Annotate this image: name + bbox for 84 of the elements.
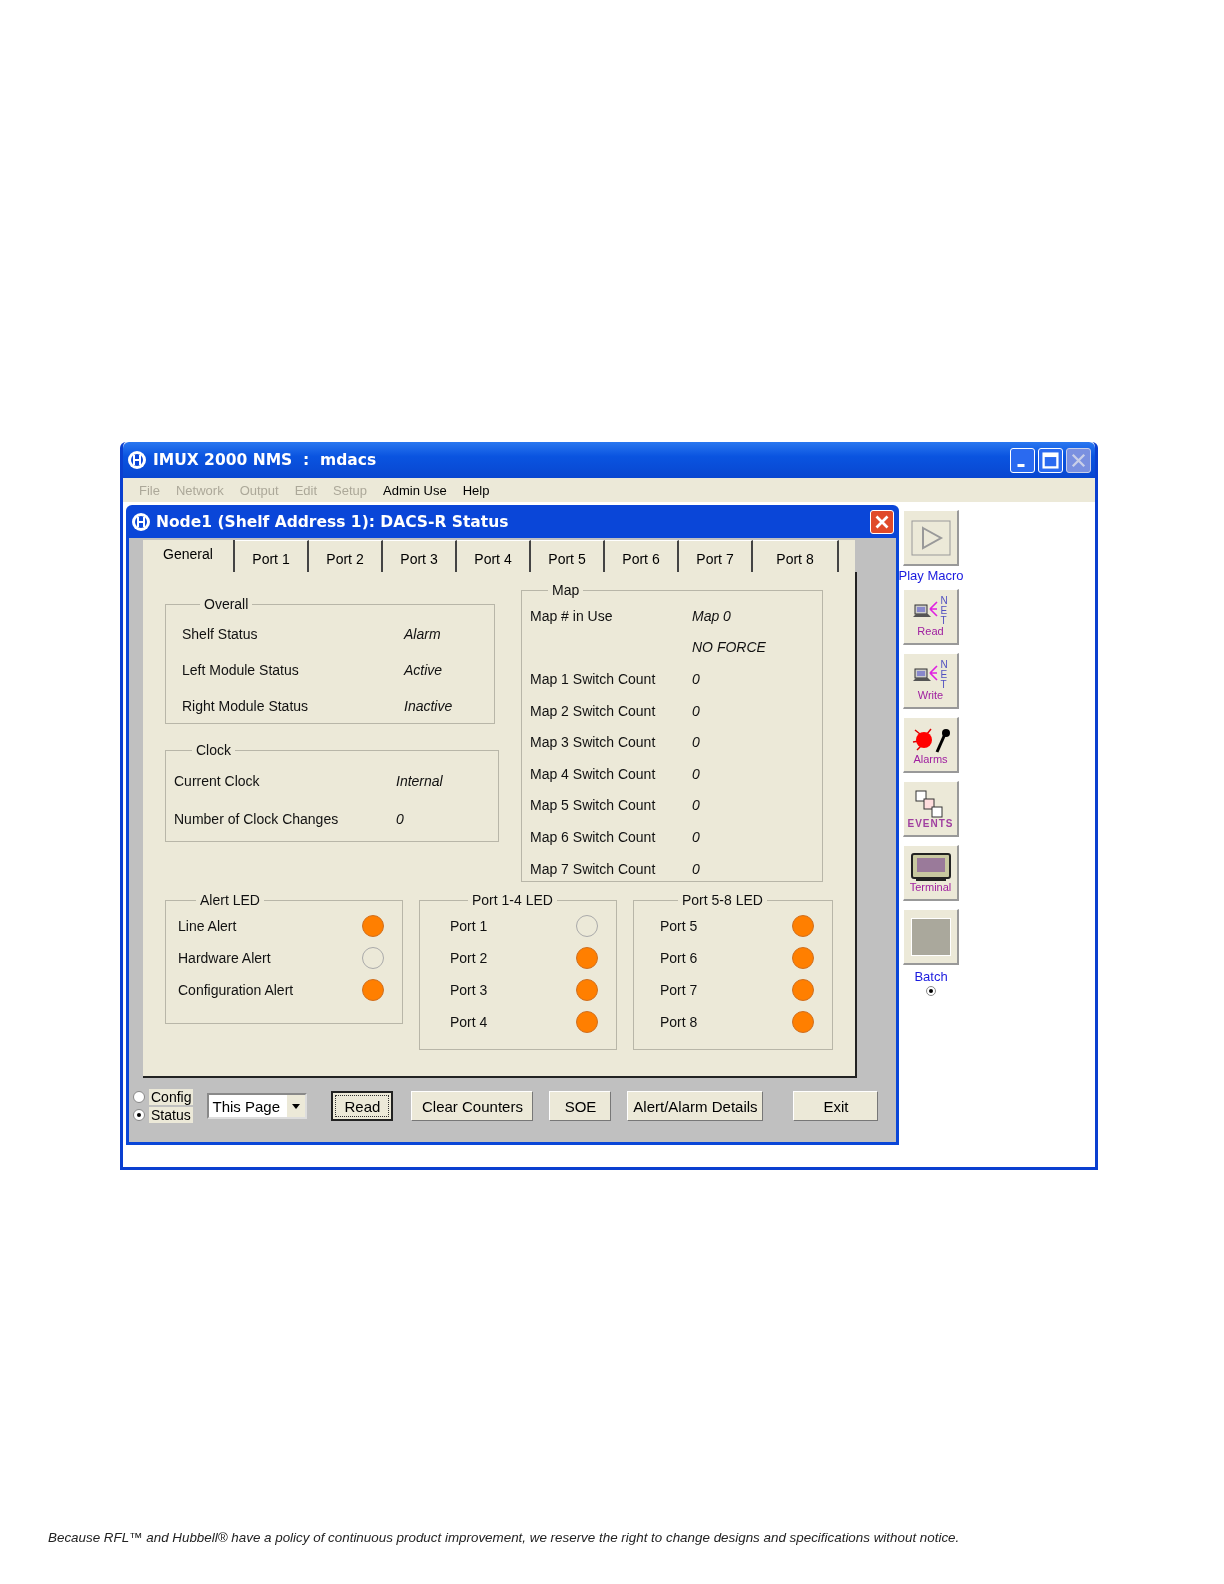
footer-note: Because RFL™ and Hubbell® have a policy of continuous product improvement, we reserve the right to change designs and specifications without notice. xyxy=(48,1530,960,1545)
tool-label: Read xyxy=(917,626,944,637)
field-label: Map 4 Switch Count xyxy=(530,765,656,782)
field-label: Map # in Use xyxy=(530,607,613,624)
field-value: Alarm xyxy=(404,626,441,642)
led-label: Port 2 xyxy=(450,950,488,966)
logo-icon xyxy=(127,450,147,470)
field-value: 0 xyxy=(396,811,404,827)
field-value: Active xyxy=(404,662,443,678)
dialog-button[interactable]: SOE xyxy=(549,1091,612,1121)
led-label: Port 4 xyxy=(450,1014,488,1030)
led-label: Port 6 xyxy=(660,950,698,966)
led-label: Port 5 xyxy=(660,918,698,934)
field-value: 0 xyxy=(692,828,700,845)
group-title: Overall xyxy=(203,596,250,612)
play-macro-button[interactable] xyxy=(903,510,959,566)
field-value: Map 0 xyxy=(692,607,731,624)
batch-button[interactable] xyxy=(903,909,959,965)
terminal-icon xyxy=(909,852,952,882)
group-title: Alert LED xyxy=(199,892,261,908)
led-label: Port 8 xyxy=(660,1014,698,1030)
group-title: Clock xyxy=(195,742,232,758)
dialog-title: Node1 (Shelf Address 1): DACS-R Status xyxy=(156,512,509,531)
radio-button[interactable] xyxy=(133,1109,145,1121)
led-label: Hardware Alert xyxy=(178,950,271,966)
tool-label: Batch xyxy=(914,969,948,984)
field-label: Right Module Status xyxy=(182,698,310,714)
tool-label: EVENTS xyxy=(907,818,954,829)
dialog-button[interactable]: Alert/Alarm Details xyxy=(627,1091,764,1121)
field-value: 0 xyxy=(692,765,700,782)
field-value: 0 xyxy=(692,702,700,719)
dialog-button[interactable]: Exit xyxy=(793,1091,879,1121)
radio-button[interactable] xyxy=(133,1091,145,1103)
caret-icon xyxy=(291,1101,302,1111)
dialog-button[interactable]: Clear Counters xyxy=(411,1091,534,1121)
field-label: Left Module Status xyxy=(182,662,300,678)
menu-item[interactable]: Admin Use xyxy=(375,482,455,498)
tool-button[interactable]: Alarms xyxy=(903,717,959,773)
field-value: 0 xyxy=(692,797,700,814)
window-title: IMUX 2000 NMS : mdacs xyxy=(153,451,377,469)
field-value: NO FORCE xyxy=(692,639,766,656)
field-value: 0 xyxy=(692,671,700,687)
tool-label: Alarms xyxy=(913,754,948,765)
net-mark: NET xyxy=(940,596,949,626)
tool-button[interactable]: Terminal xyxy=(903,845,959,901)
tool-label: Terminal xyxy=(909,882,952,893)
group-title: Port 1-4 LED xyxy=(471,892,554,908)
tool-label: Play Macro xyxy=(898,568,964,583)
tool-button[interactable]: NET Write xyxy=(903,653,959,709)
field-label: Map 3 Switch Count xyxy=(530,734,656,751)
scope-dropdown[interactable]: This Page xyxy=(207,1093,308,1119)
minimize-icon xyxy=(1017,463,1025,467)
net-mark: NET xyxy=(940,660,949,690)
led-label: Configuration Alert xyxy=(178,982,294,998)
field-label: Map 5 Switch Count xyxy=(530,797,656,814)
group-title: Map xyxy=(551,582,581,598)
field-label: Number of Clock Changes xyxy=(174,811,340,827)
led-label: Port 3 xyxy=(450,982,488,998)
tool-button[interactable]: EVENTS xyxy=(903,781,959,837)
group-title: Port 5-8 LED xyxy=(681,892,764,908)
field-value: 0 xyxy=(692,734,700,751)
field-label: Map 2 Switch Count xyxy=(530,702,656,719)
minimize-button[interactable] xyxy=(1010,447,1035,473)
logo-icon xyxy=(131,511,151,532)
led-label: Line Alert xyxy=(178,918,237,934)
field-value: 0 xyxy=(692,860,700,877)
dialog-button[interactable]: Read xyxy=(331,1091,394,1121)
radio-label: Config xyxy=(149,1089,194,1105)
field-value: Internal xyxy=(396,773,443,789)
led-label: Port 7 xyxy=(660,982,698,998)
field-label: Current Clock xyxy=(174,773,261,789)
field-label: Shelf Status xyxy=(182,626,259,642)
maximize-button[interactable] xyxy=(1038,447,1063,473)
field-value: Inactive xyxy=(404,698,453,714)
tool-button[interactable]: NET Read xyxy=(903,589,959,645)
field-label: Map 7 Switch Count xyxy=(530,860,656,877)
tool-label: Write xyxy=(917,690,944,701)
field-label: Map 6 Switch Count xyxy=(530,828,656,845)
play-icon xyxy=(910,519,951,556)
field-label: Map 1 Switch Count xyxy=(530,671,656,687)
close-button[interactable] xyxy=(1066,447,1091,473)
led-label: Port 1 xyxy=(450,918,488,934)
menu-item[interactable]: Help xyxy=(454,482,498,498)
radio-label: Status xyxy=(149,1107,193,1123)
